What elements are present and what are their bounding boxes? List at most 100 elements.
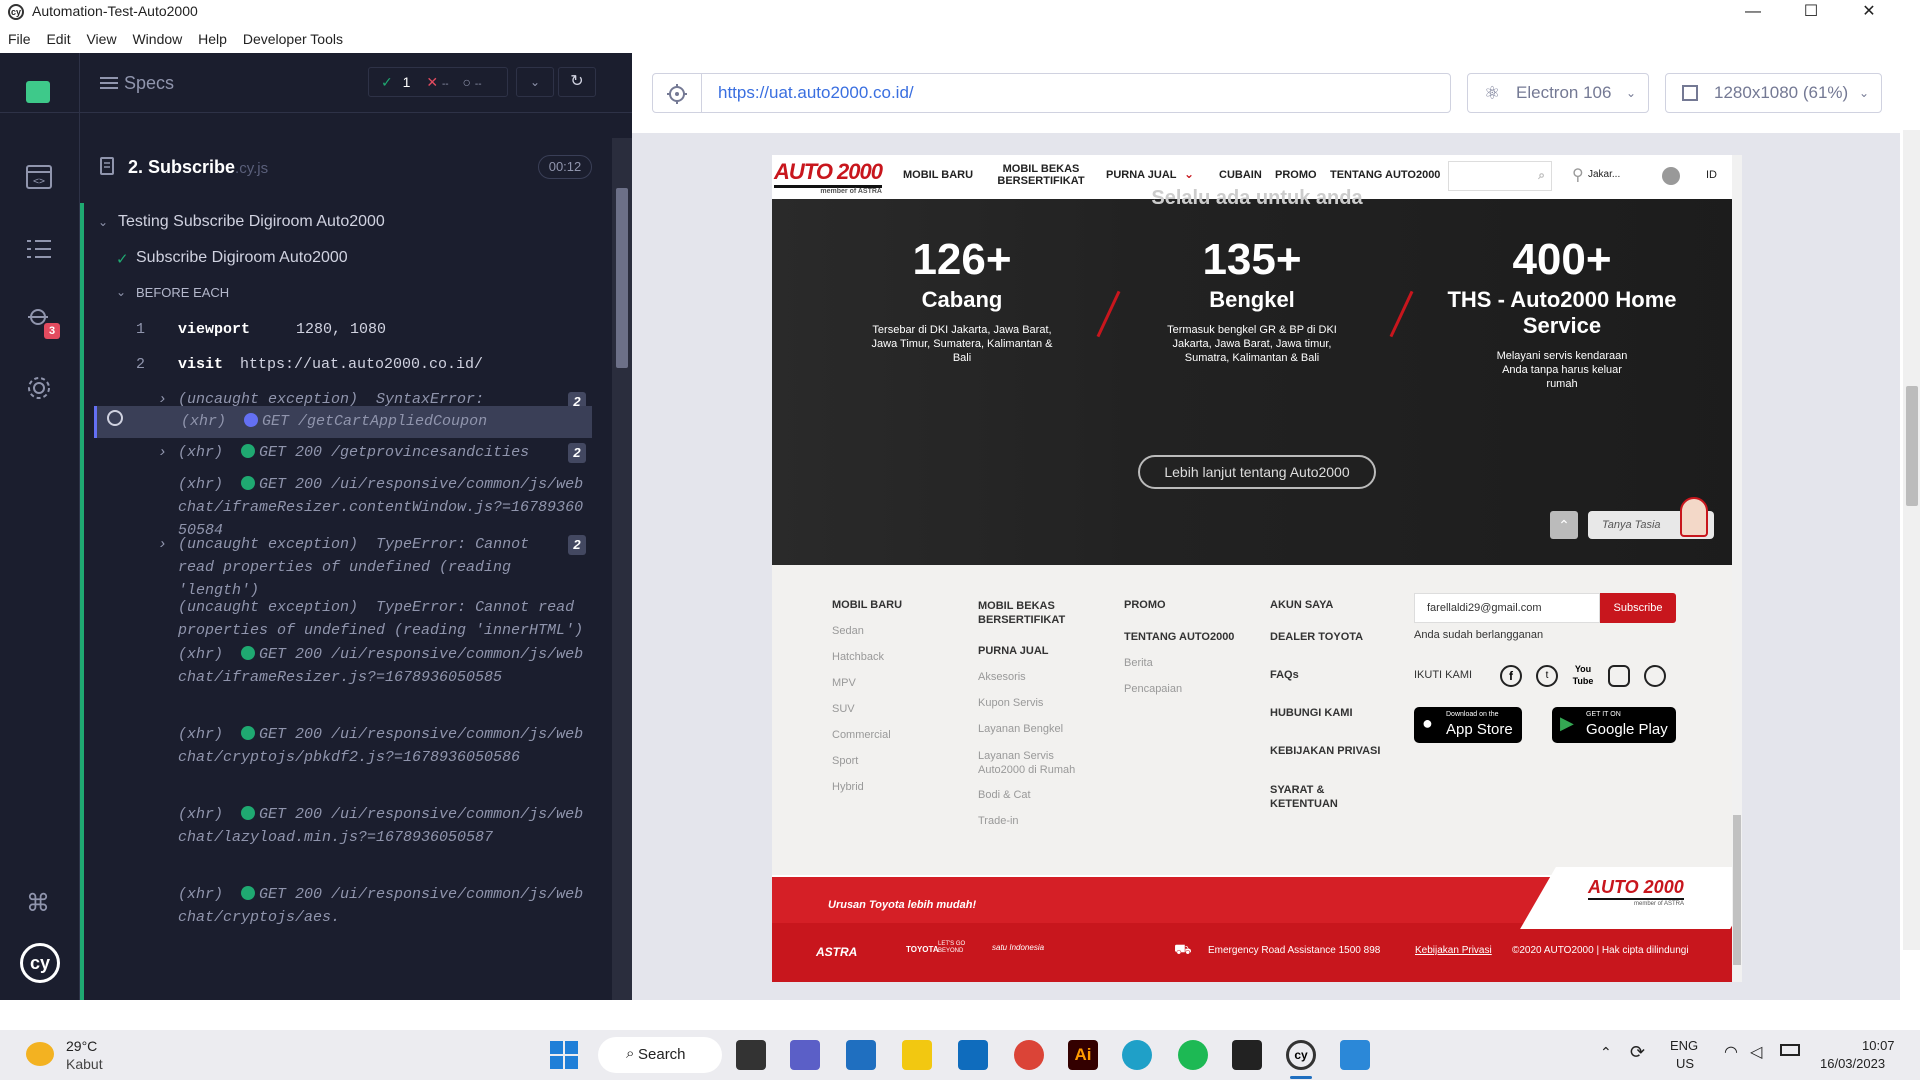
footer-heading[interactable]: PURNA JUAL [978, 645, 1049, 657]
footer-link[interactable]: Layanan Servis Auto2000 di Rumah [978, 749, 1090, 777]
microsoft-store-icon[interactable] [846, 1040, 876, 1070]
learn-more-button[interactable]: Lebih lanjut tentang Auto2000 [1138, 455, 1376, 489]
footer-heading[interactable]: PROMO [1124, 599, 1166, 611]
footer-link[interactable]: Bodi & Cat [978, 789, 1031, 801]
whatsapp-icon[interactable] [1644, 665, 1666, 687]
rerun-icon[interactable]: ↻ [558, 67, 596, 97]
footer-link[interactable]: Commercial [832, 729, 891, 741]
browser-selector[interactable]: ⚛ Electron 106 ⌄ [1467, 73, 1649, 113]
mail-icon[interactable] [958, 1040, 988, 1070]
close-window-button[interactable]: ✕ [1846, 0, 1892, 26]
nav-mobil-baru[interactable]: MOBIL BARU [903, 169, 973, 181]
footer-link[interactable]: Berita [1124, 657, 1153, 669]
suite-collapse-chevron-icon[interactable]: ⌄ [98, 215, 108, 229]
account-avatar-icon[interactable] [1662, 167, 1680, 185]
footer-heading[interactable]: HUBUNGI KAMI [1270, 707, 1353, 719]
footer-link[interactable]: Hatchback [832, 651, 884, 663]
menu-view[interactable]: View [86, 26, 116, 52]
command-row[interactable]: (xhr) GET 200 /ui/responsive/common/js/w… [116, 643, 592, 713]
specs-browser-icon[interactable]: <> [26, 165, 52, 189]
subscribe-button[interactable]: Subscribe [1600, 593, 1676, 623]
viewport-selector[interactable]: 1280x1080 (61%) ⌄ [1665, 73, 1882, 113]
chrome-icon[interactable] [1014, 1040, 1044, 1070]
menu-edit[interactable]: Edit [46, 26, 70, 52]
windows-start-icon[interactable] [550, 1041, 578, 1069]
reporter-scrollbar[interactable] [612, 138, 632, 1000]
scroll-top-chevron-icon[interactable]: ⌃ [1550, 511, 1578, 539]
footer-link[interactable]: Kupon Servis [978, 697, 1043, 709]
footer-heading[interactable]: KEBIJAKAN PRIVASI [1270, 745, 1380, 757]
footer-link[interactable]: MPV [832, 677, 856, 689]
site-scrollbar[interactable] [1732, 155, 1742, 982]
app-scroll-thumb[interactable] [1906, 386, 1918, 506]
teams-icon[interactable] [790, 1040, 820, 1070]
auto2000-logo[interactable]: AUTO 2000 member of ASTRA [774, 159, 883, 195]
privacy-link[interactable]: Kebijakan Privasi [1415, 945, 1492, 956]
clock-date[interactable]: 16/03/2023 [1820, 1056, 1885, 1071]
chevron-down-icon[interactable]: ⌄ [516, 67, 554, 97]
facebook-icon[interactable]: f [1500, 665, 1522, 687]
terminal-icon[interactable] [1232, 1040, 1262, 1070]
nav-promo[interactable]: PROMO [1275, 169, 1317, 181]
reporter-scroll-thumb[interactable] [616, 188, 628, 368]
spotify-icon[interactable] [1178, 1040, 1208, 1070]
app-store-badge[interactable]: ● Download on the App Store [1414, 707, 1522, 743]
site-search-input[interactable]: ⌕ [1448, 161, 1552, 191]
weather-icon[interactable] [26, 1042, 54, 1066]
runs-list-icon[interactable] [26, 237, 52, 261]
volume-icon[interactable]: ◁ [1750, 1042, 1762, 1062]
footer-link[interactable]: SUV [832, 703, 855, 715]
specs-label[interactable]: Specs [124, 73, 174, 94]
show-hidden-icons-chevron-icon[interactable]: ⌃ [1600, 1044, 1612, 1061]
edge-icon[interactable] [1122, 1040, 1152, 1070]
file-explorer-icon[interactable] [902, 1040, 932, 1070]
taskbar-search-box[interactable]: ⌕ Search [598, 1037, 722, 1073]
footer-link[interactable]: Layanan Bengkel [978, 723, 1063, 735]
command-row[interactable]: (xhr) GET 200 /ui/responsive/common/js/w… [116, 803, 592, 873]
expand-chevron-icon[interactable]: › [158, 441, 167, 464]
expand-chevron-icon[interactable]: › [158, 533, 167, 556]
battery-icon[interactable] [1780, 1044, 1800, 1056]
footer-link[interactable]: Sedan [832, 625, 864, 637]
language-switch[interactable]: ID [1706, 169, 1717, 181]
test-title[interactable]: Subscribe Digiroom Auto2000 [136, 249, 348, 267]
hook-chevron-icon[interactable]: ⌄ [116, 285, 126, 299]
chat-tasia-button[interactable]: Tanya Tasia [1588, 497, 1714, 539]
google-play-badge[interactable]: ▶ GET IT ON Google Play [1552, 707, 1676, 743]
selector-playground-button[interactable] [652, 73, 702, 113]
settings-gear-icon[interactable] [26, 375, 52, 401]
weather-condition[interactable]: Kabut [66, 1056, 103, 1072]
suite-title[interactable]: Testing Subscribe Digiroom Auto2000 [118, 213, 385, 231]
language-indicator[interactable]: ENG [1670, 1038, 1698, 1053]
app-scrollbar[interactable] [1903, 130, 1920, 950]
illustrator-icon[interactable]: Ai [1068, 1040, 1098, 1070]
footer-link[interactable]: Trade-in [978, 815, 1019, 827]
twitter-icon[interactable]: t [1536, 665, 1558, 687]
menu-window[interactable]: Window [132, 26, 182, 52]
instagram-icon[interactable] [1608, 665, 1630, 687]
sync-icon[interactable]: ⟳ [1630, 1042, 1645, 1063]
subscribe-email-input[interactable]: farellaldi29@gmail.com [1414, 593, 1600, 623]
keyboard-shortcuts-icon[interactable]: ⌘ [26, 889, 50, 918]
minimize-button[interactable]: — [1730, 0, 1776, 26]
menu-developer-tools[interactable]: Developer Tools [243, 26, 343, 52]
vscode-icon[interactable] [1340, 1040, 1370, 1070]
command-row[interactable]: (xhr) GET 200 /ui/responsive/common/js/w… [116, 723, 592, 793]
footer-heading[interactable]: TENTANG AUTO2000 [1124, 631, 1234, 643]
hook-title[interactable]: BEFORE EACH [136, 285, 229, 300]
footer-heading[interactable]: MOBIL BARU [832, 599, 902, 611]
nav-tentang[interactable]: TENTANG AUTO2000 [1330, 169, 1440, 181]
command-row[interactable]: › (uncaught exception) TypeError: Cannot… [116, 533, 592, 603]
menu-help[interactable]: Help [198, 26, 227, 52]
nav-purna-jual[interactable]: PURNA JUAL [1106, 169, 1177, 181]
nav-cubain[interactable]: CUBAIN [1219, 169, 1262, 181]
command-row[interactable]: (uncaught exception) TypeError: Cannot r… [116, 596, 592, 644]
footer-link[interactable]: Pencapaian [1124, 683, 1182, 695]
footer-link[interactable]: Hybrid [832, 781, 864, 793]
command-row-active[interactable]: (xhr) GET /getCartAppliedCoupon [94, 406, 592, 438]
footer-heading[interactable]: AKUN SAYA [1270, 599, 1333, 611]
footer-link[interactable]: Sport [832, 755, 858, 767]
wifi-icon[interactable]: ◠ [1724, 1042, 1738, 1062]
maximize-button[interactable]: ☐ [1788, 0, 1834, 26]
url-bar[interactable]: https://uat.auto2000.co.id/ [701, 73, 1451, 113]
